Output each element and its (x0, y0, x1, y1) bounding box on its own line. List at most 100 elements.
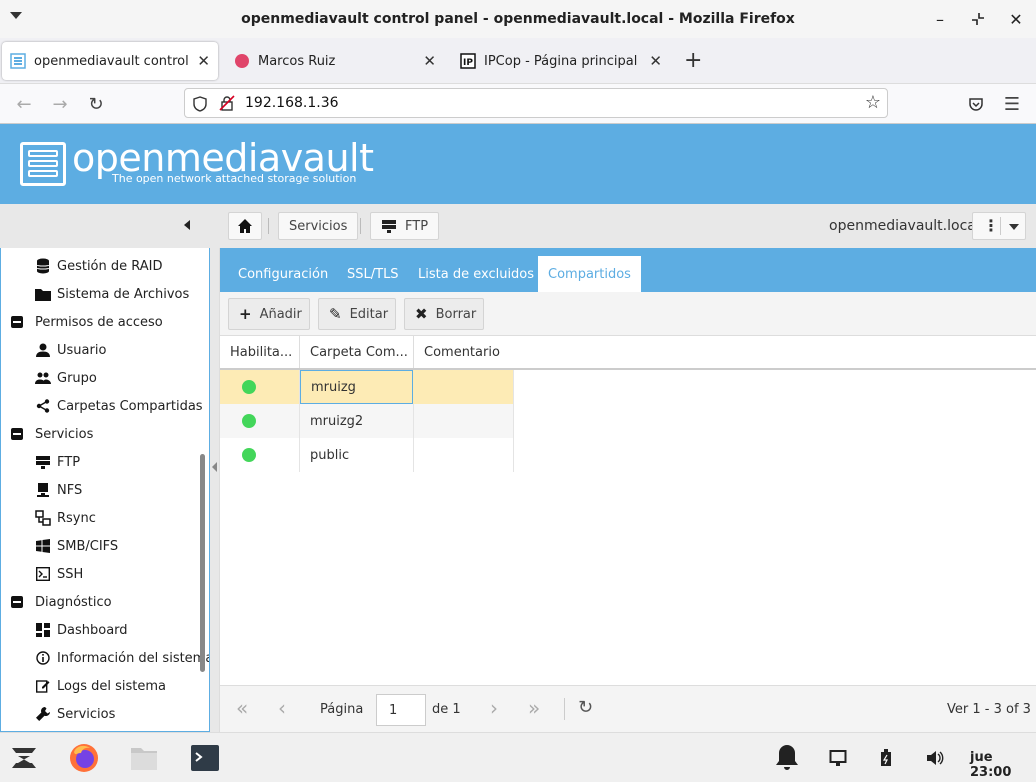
status-enabled-icon (242, 414, 256, 428)
page-number-input[interactable]: 1 (376, 694, 426, 726)
ftp-subtabs: Configuración SSL/TLS Lista de excluidos… (220, 248, 1036, 292)
sidebar-item-raid[interactable]: Gestión de RAID (35, 252, 163, 280)
sidebar-group-access[interactable]: Permisos de acceso (11, 308, 163, 336)
table-row[interactable]: mruizg (220, 370, 514, 404)
edit-button-label: Editar (349, 306, 389, 322)
clock[interactable]: jue 23:00 (970, 750, 1036, 780)
browser-tab-omv[interactable]: openmediavault control pa ✕ (2, 42, 218, 80)
tab-ssl-tls[interactable]: SSL/TLS (337, 256, 409, 292)
shield-icon[interactable] (193, 96, 207, 112)
sidebar-group-label: Permisos de acceso (35, 314, 163, 330)
sidebar-item-services-diag[interactable]: Servicios (35, 700, 115, 728)
shared-folder-cell[interactable]: public (300, 438, 414, 472)
sidebar-item-nfs[interactable]: NFS (35, 476, 82, 504)
enabled-cell[interactable] (220, 438, 300, 472)
insecure-lock-icon[interactable] (219, 95, 235, 111)
sidebar-item-shared-folders[interactable]: Carpetas Compartidas (35, 392, 203, 420)
breadcrumb-ftp[interactable]: FTP (370, 212, 440, 240)
bookmark-star-icon[interactable]: ☆ (865, 92, 881, 113)
sidebar-item-smb[interactable]: SMB/CIFS (35, 532, 118, 560)
column-shared-folder[interactable]: Carpeta Com... (300, 336, 414, 368)
omv-logo-icon (20, 142, 66, 186)
files-icon[interactable] (128, 742, 160, 774)
tab-configuracion[interactable]: Configuración (228, 256, 338, 292)
delete-button[interactable]: ✖ Borrar (404, 298, 484, 330)
close-tab-icon[interactable]: ✕ (197, 52, 210, 70)
sidebar-group-label: Diagnóstico (35, 594, 112, 610)
shared-folder-cell[interactable]: mruizg2 (300, 404, 414, 438)
kebab-menu-icon: ⋮ (983, 216, 999, 235)
display-icon[interactable] (829, 749, 847, 767)
enabled-cell[interactable] (220, 370, 300, 404)
tab-excluded-list[interactable]: Lista de excluidos (408, 256, 544, 292)
sidebar-splitter[interactable] (210, 248, 220, 732)
delete-x-icon: ✖ (415, 305, 428, 323)
sidebar-item-label: Rsync (57, 510, 96, 526)
browser-tab-marcos[interactable]: Marcos Ruiz ✕ (226, 42, 444, 80)
sidebar-group-services[interactable]: Servicios (11, 420, 93, 448)
breadcrumb-services[interactable]: Servicios (278, 212, 359, 240)
sidebar-item-system-info[interactable]: Información del sistema (35, 644, 210, 672)
back-button[interactable]: ← (12, 92, 36, 116)
navigation-bar: ← → ↻ 192.168.1.36 ☆ ☰ (0, 84, 1036, 124)
app-menu-button[interactable]: ☰ (1000, 92, 1024, 116)
sidebar-group-diagnostics[interactable]: Diagnóstico (11, 588, 112, 616)
collapse-arrow-icon[interactable] (212, 462, 217, 472)
enabled-cell[interactable] (220, 404, 300, 438)
notifications-bell-icon[interactable] (771, 742, 803, 774)
refresh-icon[interactable]: ↻ (578, 697, 593, 718)
collapse-group-icon[interactable] (11, 596, 23, 608)
breadcrumb-home[interactable] (228, 212, 262, 240)
column-comment[interactable]: Comentario (414, 336, 1036, 368)
last-page-button[interactable]: » (528, 696, 540, 720)
plus-icon: + (239, 305, 252, 323)
volume-icon[interactable] (926, 749, 944, 767)
tab-shares[interactable]: Compartidos (538, 256, 641, 292)
column-enabled[interactable]: Habilita... (220, 336, 300, 368)
grid-pager: « ‹ Página 1 de 1 › » ↻ Ver 1 - 3 of 3 (220, 685, 1036, 732)
sidebar-item-rsync[interactable]: Rsync (35, 504, 96, 532)
edit-button[interactable]: ✎ Editar (318, 298, 396, 330)
new-tab-button[interactable]: + (684, 48, 702, 73)
reload-button[interactable]: ↻ (84, 92, 108, 116)
collapse-group-icon[interactable] (11, 316, 23, 328)
terminal-app-icon[interactable] (189, 742, 221, 774)
minimize-button[interactable]: – (930, 9, 950, 29)
sidebar-item-group[interactable]: Grupo (35, 364, 97, 392)
collapse-group-icon[interactable] (11, 428, 23, 440)
collapse-sidebar-icon[interactable] (184, 220, 190, 230)
sidebar-scrollbar[interactable] (200, 454, 205, 672)
comment-cell[interactable] (414, 370, 514, 404)
more-menu-button[interactable]: ⋮ (972, 212, 1026, 240)
sidebar-item-ftp[interactable]: FTP (35, 448, 80, 476)
first-page-button[interactable]: « (236, 696, 248, 720)
browser-tab-ipcop[interactable]: IP IPCop - Página principal ✕ (452, 42, 670, 80)
sidebar-item-filesystems[interactable]: Sistema de Archivos (35, 280, 189, 308)
comment-cell[interactable] (414, 438, 514, 472)
profile-favicon-icon (235, 54, 249, 68)
next-page-button[interactable]: › (490, 696, 498, 720)
sidebar-item-label: Sistema de Archivos (57, 286, 190, 302)
url-bar[interactable]: 192.168.1.36 ☆ (184, 88, 888, 118)
add-button[interactable]: + Añadir (228, 298, 310, 330)
sidebar-item-label: Información del sistema (57, 650, 210, 666)
zorin-menu-icon[interactable] (8, 742, 40, 774)
sidebar-item-user[interactable]: Usuario (35, 336, 106, 364)
close-window-button[interactable]: ✕ (1006, 9, 1026, 29)
close-tab-icon[interactable]: ✕ (649, 52, 662, 70)
firefox-icon[interactable] (68, 742, 100, 774)
close-tab-icon[interactable]: ✕ (423, 52, 436, 70)
table-row[interactable]: mruizg2 (220, 404, 514, 438)
pocket-icon[interactable] (968, 96, 984, 112)
prev-page-button[interactable]: ‹ (278, 696, 286, 720)
sidebar-item-dashboard[interactable]: Dashboard (35, 616, 128, 644)
sidebar-item-system-logs[interactable]: Logs del sistema (35, 672, 166, 700)
forward-button[interactable]: → (48, 92, 72, 116)
shared-folder-cell[interactable]: mruizg (300, 370, 413, 404)
comment-cell[interactable] (414, 404, 514, 438)
battery-icon[interactable] (878, 749, 894, 767)
sidebar-item-ssh[interactable]: SSH (35, 560, 83, 588)
window-title: openmediavault control panel - openmedia… (241, 11, 795, 27)
table-row[interactable]: public (220, 438, 514, 472)
restore-button[interactable] (968, 9, 988, 29)
